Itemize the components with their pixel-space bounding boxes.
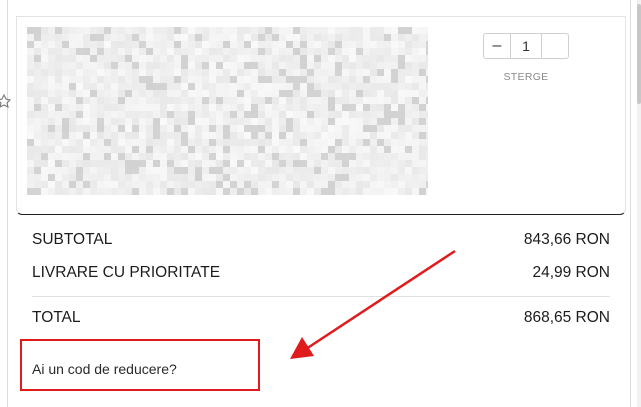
scrollbar[interactable]	[637, 0, 641, 407]
total-row: TOTAL 868,65 RON	[32, 309, 610, 327]
subtotal-value: 843,66 RON	[523, 231, 610, 248]
decrease-quantity-button[interactable]: –	[484, 34, 510, 58]
product-image[interactable]	[27, 27, 428, 195]
quantity-value[interactable]: 1	[510, 34, 542, 58]
increase-quantity-button[interactable]	[542, 34, 568, 58]
shipping-row: LIVRARE CU PRIORITATE 24,99 RON	[32, 264, 610, 282]
scrollbar-thumb[interactable]	[637, 4, 641, 104]
subtotal-row: SUBTOTAL 843,66 RON	[32, 231, 610, 249]
subtotal-label: SUBTOTAL	[32, 231, 113, 248]
quantity-stepper[interactable]: – 1	[483, 33, 569, 59]
shipping-value: 24,99 RON	[532, 264, 610, 281]
summary-divider	[32, 296, 610, 297]
shipping-label: LIVRARE CU PRIORITATE	[32, 264, 221, 281]
cart-panel: – 1 STERGE SUBTOTAL 843,66 RON LIVRARE C…	[0, 0, 641, 407]
total-label: TOTAL	[32, 309, 81, 326]
pin-icon[interactable]	[0, 94, 11, 108]
total-value: 868,65 RON	[523, 309, 610, 326]
discount-code-link[interactable]: Ai un cod de reducere?	[32, 361, 177, 377]
cart-item-card: – 1 STERGE	[16, 16, 626, 215]
remove-item-link[interactable]: STERGE	[483, 71, 569, 83]
